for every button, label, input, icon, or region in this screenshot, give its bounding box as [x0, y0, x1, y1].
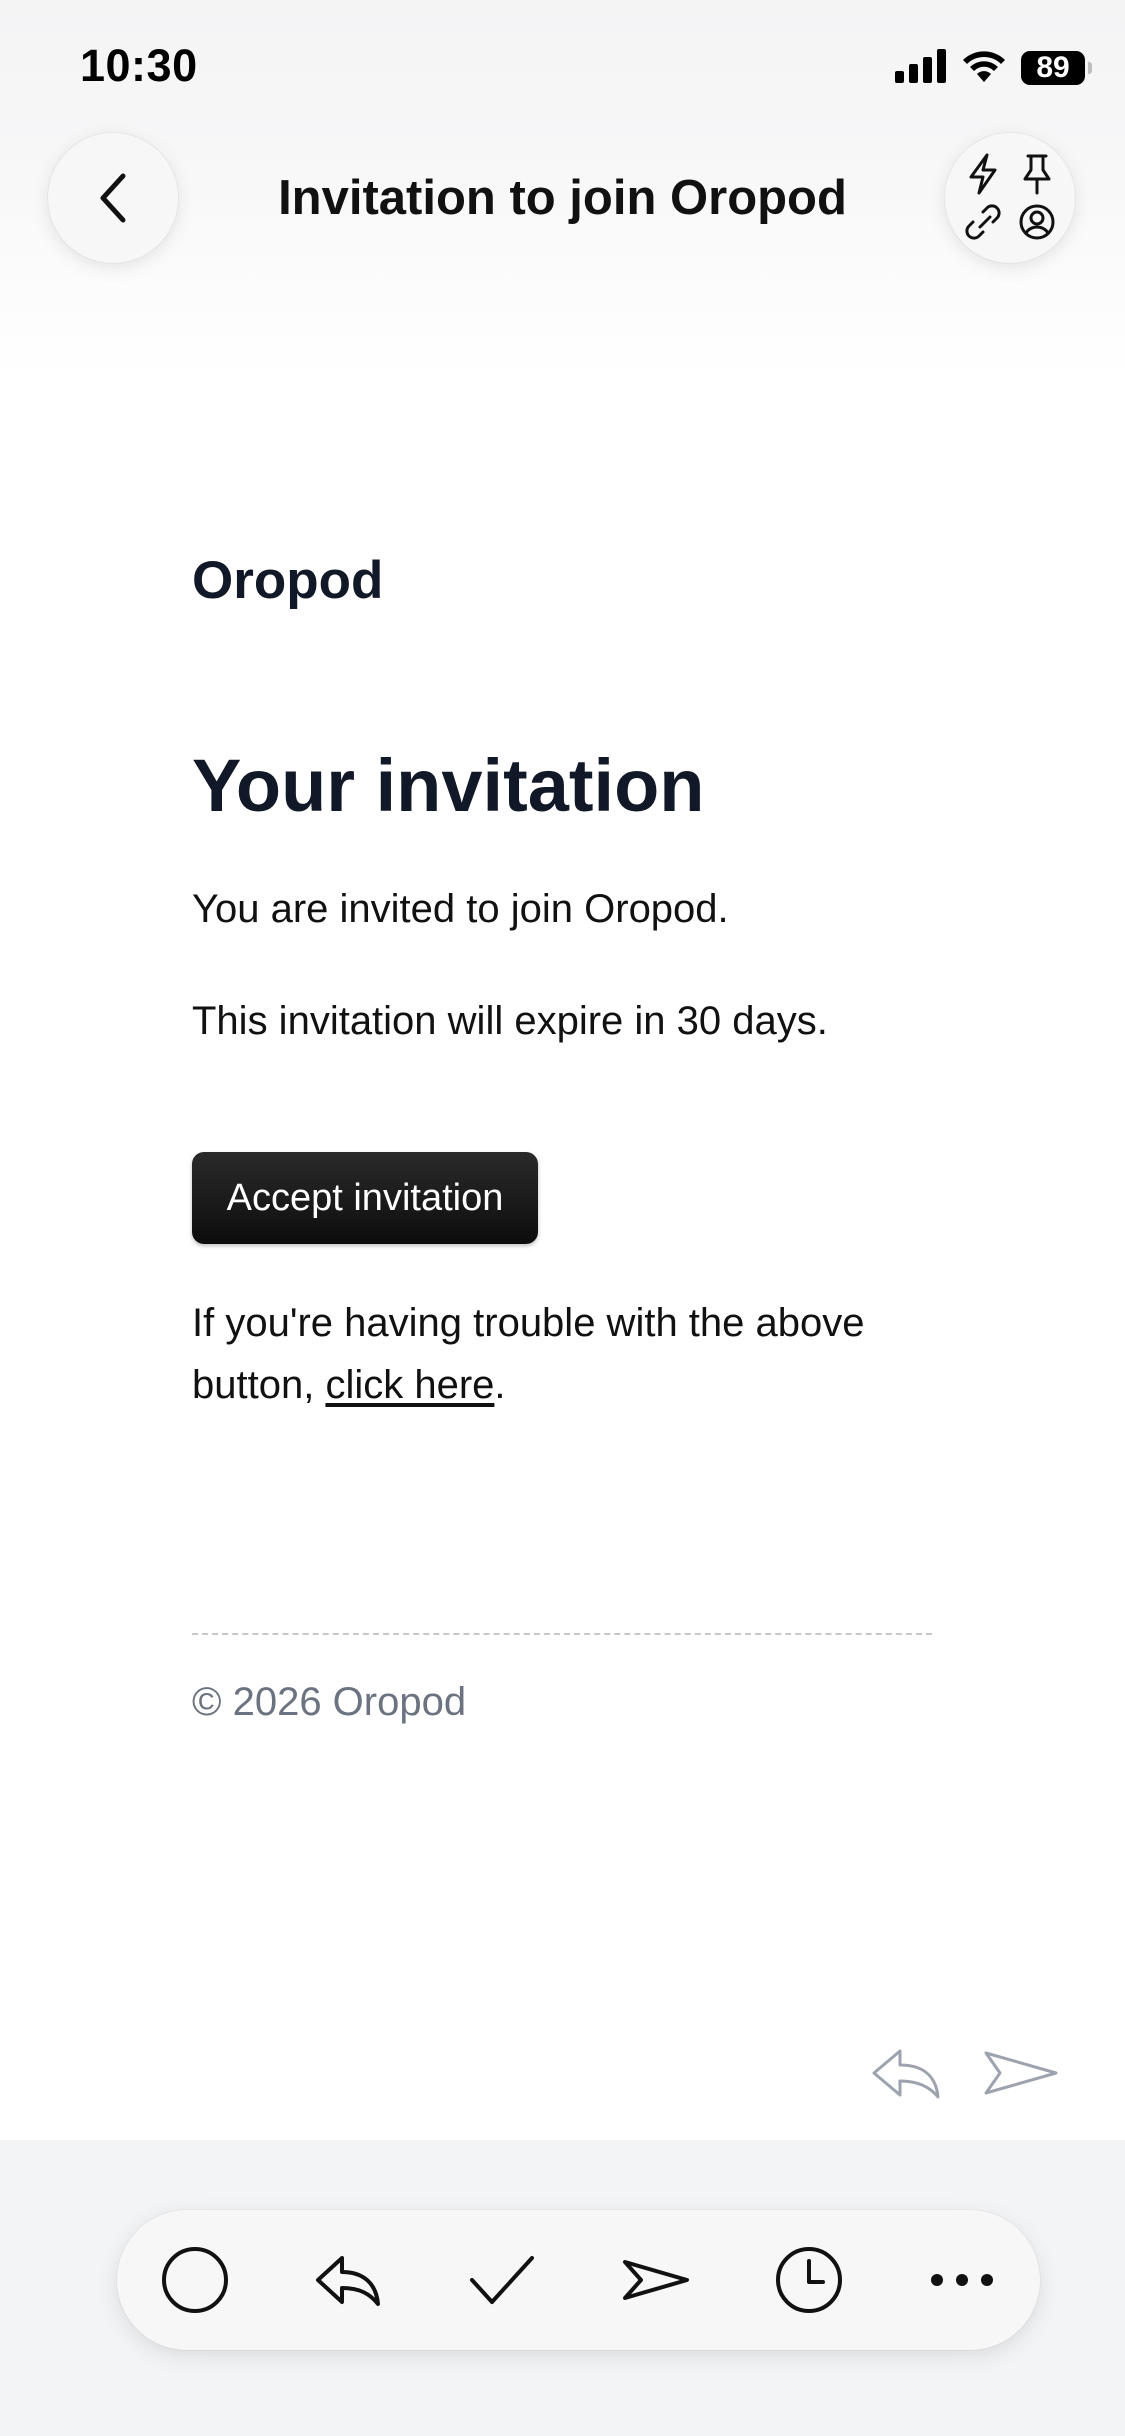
trouble-text: If you're having trouble with the above … — [192, 1292, 952, 1416]
lightning-icon — [961, 152, 1005, 196]
signal-icon — [895, 48, 947, 88]
status-time: 10:30 — [80, 40, 198, 91]
reply-all-icon[interactable] — [308, 2240, 388, 2320]
link-icon — [961, 200, 1005, 244]
copyright-text: © 2026 Oropod — [192, 1680, 467, 1724]
quick-actions-button[interactable] — [945, 133, 1075, 263]
battery-icon: 89 — [1021, 51, 1092, 85]
pin-icon — [1015, 152, 1059, 196]
status-icons: 89 — [895, 48, 1092, 88]
action-toolbar — [117, 2210, 1040, 2350]
brand-name: Oropod — [192, 551, 384, 610]
accept-invitation-button[interactable]: Accept invitation — [192, 1152, 538, 1244]
wifi-icon — [961, 49, 1007, 88]
circle-icon[interactable] — [155, 2240, 235, 2320]
chevron-left-icon — [100, 173, 126, 223]
message-navigation — [870, 2045, 1060, 2106]
click-here-link[interactable]: click here — [325, 1363, 494, 1407]
email-heading: Your invitation — [192, 744, 705, 827]
back-button[interactable] — [48, 133, 178, 263]
contact-icon — [1015, 200, 1059, 244]
more-icon[interactable] — [922, 2240, 1002, 2320]
forward-icon[interactable] — [982, 2045, 1060, 2106]
send-icon[interactable] — [615, 2240, 695, 2320]
trouble-suffix: . — [494, 1363, 506, 1407]
battery-level: 89 — [1036, 51, 1070, 84]
email-subject-title: Invitation to join Oropod — [278, 171, 847, 225]
expiry-message: This invitation will expire in 30 days. — [192, 999, 828, 1043]
status-bar: 10:30 89 — [0, 0, 1125, 140]
trouble-prefix: If you're having trouble with the above … — [192, 1301, 865, 1407]
clock-icon[interactable] — [769, 2240, 849, 2320]
reply-icon[interactable] — [870, 2045, 942, 2106]
invite-message: You are invited to join Oropod. — [192, 887, 729, 931]
footer-divider — [192, 1633, 932, 1635]
checkmark-icon[interactable] — [462, 2240, 542, 2320]
